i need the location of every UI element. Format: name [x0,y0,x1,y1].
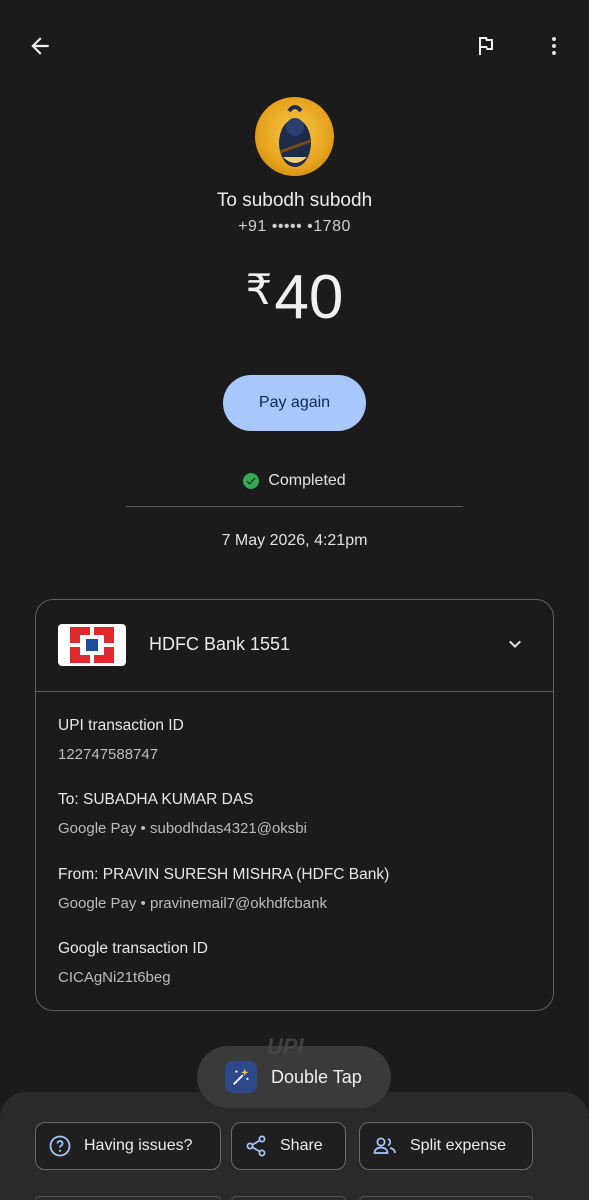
double-tap-toast[interactable]: Double Tap UPI [197,1034,391,1108]
amount-value: 40 [274,263,344,332]
payee-name: To subodh subodh [216,190,373,211]
share-icon [246,1135,266,1157]
payee-avatar [255,97,334,176]
magic-wand-icon [225,1061,257,1093]
arrow-left-icon [31,37,49,55]
flag-icon [479,37,493,55]
more-options-button[interactable] [536,26,572,66]
upi-watermark: UPI [267,1034,304,1059]
having-issues-button[interactable]: Having issues? [35,1122,221,1170]
amount: ₹40 [0,262,589,333]
share-button[interactable]: Share [231,1122,346,1170]
partial-chip [231,1196,346,1200]
status-label: Completed [268,472,346,489]
bank-account-row[interactable]: HDFC Bank 1551 [36,600,553,692]
divider [126,506,463,507]
top-app-bar [0,0,589,92]
transaction-details-card: HDFC Bank 1551 UPI transaction ID 122747… [35,599,554,1011]
payee-phone: +91 ••••• •1780 [238,218,351,235]
detail-value: Google Pay • subodhdas4321@oksbi [58,820,307,837]
double-tap-label: Double Tap [271,1066,362,1087]
detail-label: To: SUBADHA KUMAR DAS [58,791,254,808]
check-circle-icon [243,473,260,489]
status-row: Completed [0,472,589,490]
pay-again-button[interactable]: Pay again [223,375,366,431]
detail-label: From: PRAVIN SURESH MISHRA (HDFC Bank) [58,866,390,883]
detail-value: CICAgNi21t6beg [58,969,171,986]
bank-name: HDFC Bank 1551 [149,634,291,654]
currency-symbol: ₹ [245,266,273,313]
share-label: Share [280,1137,323,1154]
more-vertical-icon [552,37,556,55]
having-issues-label: Having issues? [84,1137,193,1154]
split-expense-label: Split expense [410,1137,507,1154]
help-circle-icon [49,1135,71,1157]
split-expense-button[interactable]: Split expense [359,1122,533,1170]
detail-label: Google transaction ID [58,940,208,957]
report-button[interactable] [466,26,506,66]
detail-value: 122747588747 [58,746,159,763]
hdfc-logo-icon [58,624,126,666]
people-icon [373,1137,396,1154]
back-button[interactable] [18,26,62,66]
partial-chip [359,1196,533,1200]
transaction-datetime: 7 May 2026, 4:21pm [221,532,368,549]
chevron-down-icon[interactable] [503,632,527,656]
detail-value: Google Pay • pravinemail7@okhdfcbank [58,895,327,912]
detail-label: UPI transaction ID [58,717,184,734]
partial-chip [35,1196,221,1200]
